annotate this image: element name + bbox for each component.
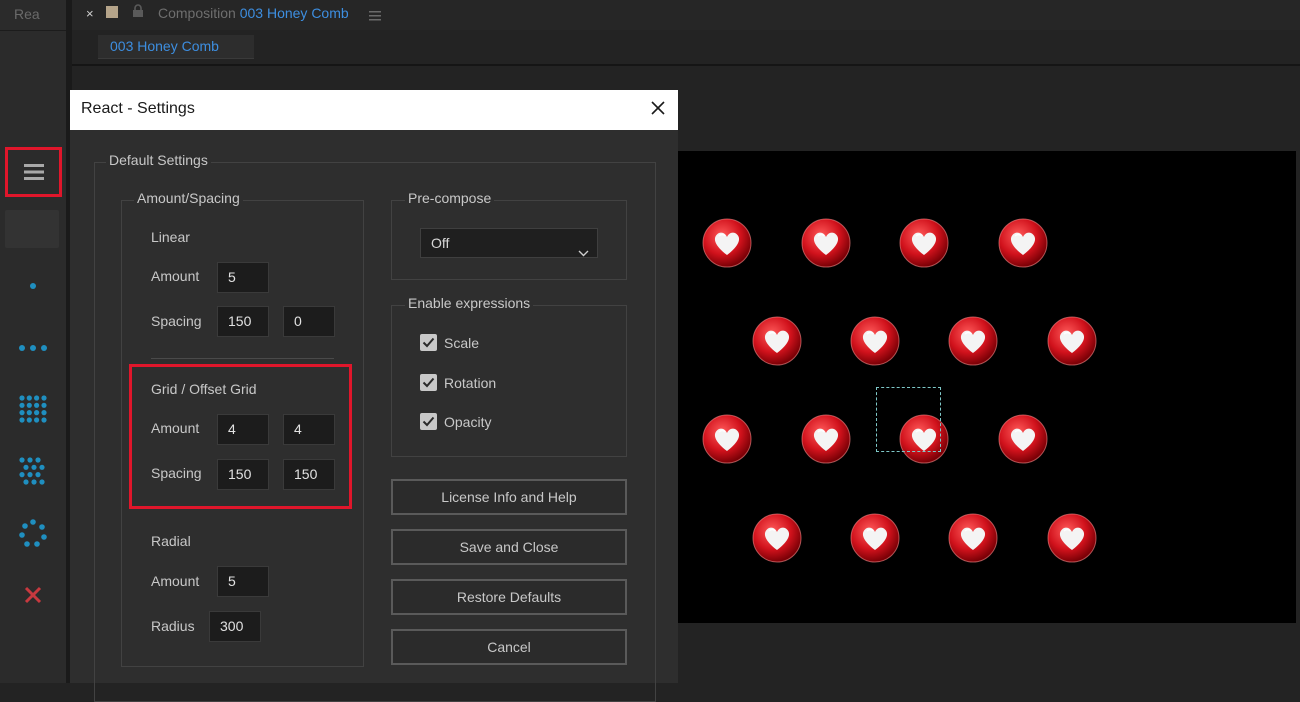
grid-spacing-y-input[interactable]: 150 (283, 459, 335, 490)
left-panel-tab[interactable]: Rea (0, 0, 56, 30)
grid-amount-y-input[interactable]: 4 (283, 414, 335, 445)
heart-sprite (751, 512, 803, 564)
section-divider (151, 358, 334, 359)
linear-amount-label: Amount (151, 268, 200, 284)
grid-amount-x-input[interactable]: 4 (217, 414, 269, 445)
label-color-swatch[interactable] (106, 6, 118, 18)
linear-spacing-x-input[interactable]: 150 (217, 306, 269, 337)
heart-sprite (947, 315, 999, 367)
dialog-title: React - Settings (81, 100, 195, 117)
heart-sprite (997, 413, 1049, 465)
radial-amount-input[interactable]: 5 (217, 566, 269, 597)
heart-sprite (701, 413, 753, 465)
offset-grid-dots-icon[interactable] (8, 451, 58, 491)
rotation-checkbox-label: Rotation (444, 374, 497, 391)
heart-sprite (898, 217, 950, 269)
save-and-close-button[interactable]: Save and Close (391, 529, 627, 565)
composition-name: 003 Honey Comb (239, 5, 349, 21)
layer-selection-box[interactable] (876, 387, 941, 452)
hamburger-icon (23, 164, 44, 180)
opacity-checkbox-row[interactable]: Opacity (420, 413, 491, 430)
amount-spacing-label: Amount/Spacing (134, 190, 243, 206)
heart-sprite (701, 217, 753, 269)
precompose-select[interactable]: Off (420, 228, 598, 258)
grid-heading: Grid / Offset Grid (151, 381, 257, 397)
grid-dots-icon[interactable] (8, 389, 58, 429)
menu-button[interactable] (5, 147, 62, 197)
checkbox-checked-icon[interactable] (420, 334, 437, 351)
heart-sprite (849, 512, 901, 564)
radial-radius-label: Radius (151, 618, 195, 634)
composition-prefix: Composition (158, 5, 236, 21)
single-dot-icon[interactable] (8, 266, 58, 306)
radial-radius-input[interactable]: 300 (209, 611, 261, 642)
chevron-down-icon (578, 238, 589, 266)
expressions-label: Enable expressions (405, 295, 534, 311)
radial-dots-icon[interactable] (8, 513, 58, 553)
header-divider (72, 64, 1300, 66)
opacity-checkbox-label: Opacity (444, 413, 492, 430)
radial-heading: Radial (151, 533, 191, 549)
checkbox-checked-icon[interactable] (420, 413, 437, 430)
checkbox-checked-icon[interactable] (420, 374, 437, 391)
dialog-close-icon[interactable] (650, 100, 666, 121)
heart-sprite (751, 315, 803, 367)
left-panel: Rea (0, 0, 66, 683)
panel-menu-icon[interactable] (369, 8, 381, 26)
heart-sprite (1046, 315, 1098, 367)
left-panel-tab-divider (0, 30, 66, 31)
rotation-checkbox-row[interactable]: Rotation (420, 374, 496, 391)
close-panel-icon[interactable]: × (86, 6, 94, 21)
cancel-button[interactable]: Cancel (391, 629, 627, 665)
linear-amount-input[interactable]: 5 (217, 262, 269, 293)
composition-title: Composition 003 Honey Comb (158, 5, 349, 21)
scale-checkbox-row[interactable]: Scale (420, 334, 479, 351)
default-settings-label: Default Settings (106, 152, 211, 168)
heart-sprite (800, 413, 852, 465)
heart-sprite (800, 217, 852, 269)
lock-icon[interactable] (132, 4, 144, 23)
precompose-label: Pre-compose (405, 190, 495, 206)
license-info-button[interactable]: License Info and Help (391, 479, 627, 515)
grid-spacing-x-input[interactable]: 150 (217, 459, 269, 490)
linear-spacing-label: Spacing (151, 313, 202, 329)
precompose-selected-value: Off (431, 235, 450, 251)
linear-heading: Linear (151, 229, 190, 245)
heart-sprite (849, 315, 901, 367)
settings-dialog: React - Settings Default Settings Amount… (70, 90, 678, 702)
scale-checkbox-label: Scale (444, 334, 480, 351)
linear-dots-icon[interactable] (8, 328, 58, 368)
delete-x-icon[interactable] (8, 575, 58, 615)
grid-spacing-label: Spacing (151, 465, 202, 481)
composition-tab[interactable]: 003 Honey Comb (98, 35, 254, 59)
heart-sprite (1046, 512, 1098, 564)
restore-defaults-button[interactable]: Restore Defaults (391, 579, 627, 615)
radial-amount-label: Amount (151, 573, 200, 589)
heart-sprite (997, 217, 1049, 269)
grid-amount-label: Amount (151, 420, 200, 436)
heart-sprite (947, 512, 999, 564)
dialog-title-bar[interactable]: React - Settings (70, 90, 678, 130)
linear-spacing-y-input[interactable]: 0 (283, 306, 335, 337)
empty-tool-button[interactable] (5, 210, 59, 248)
